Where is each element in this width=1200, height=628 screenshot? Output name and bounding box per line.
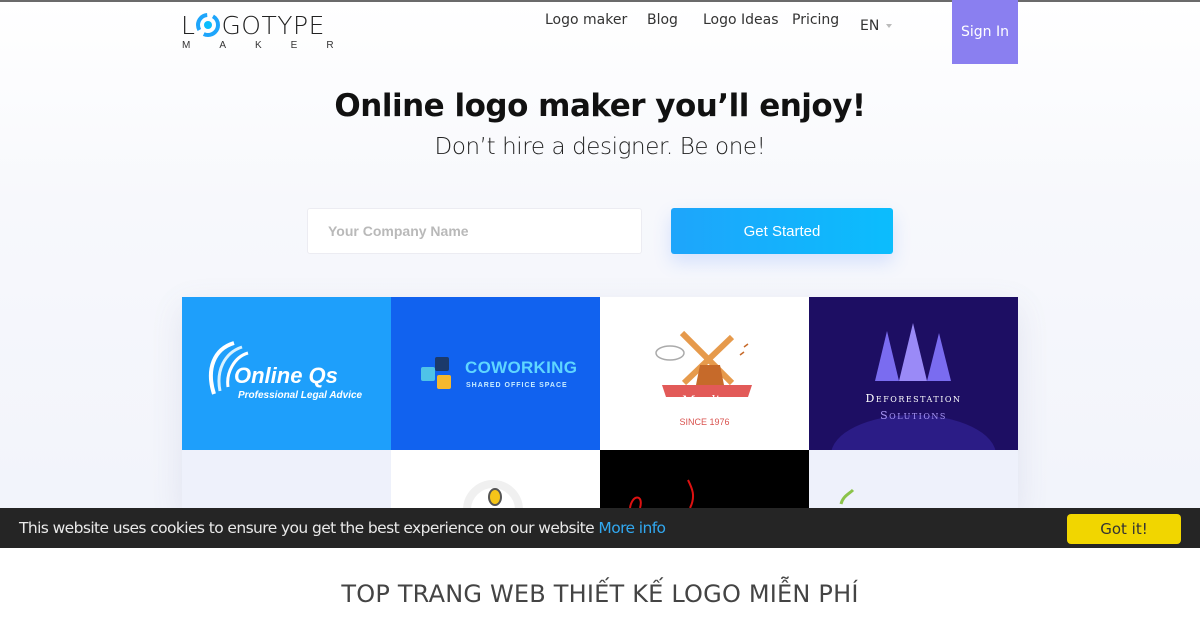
logo-letter: L [181, 10, 196, 40]
logo-card-coworking[interactable]: COWORKING SHARED OFFICE SPACE [391, 297, 600, 450]
logo-card-moulin[interactable]: Moulin SINCE 1976 [600, 297, 809, 450]
leaf-icon [839, 488, 855, 505]
section-title: TOP TRANG WEB THIẾT KẾ LOGO MIỄN PHÍ [341, 580, 859, 608]
site-logo[interactable]: L GOTYPE MAKER [181, 10, 351, 56]
logo-card[interactable] [391, 450, 600, 508]
stacked-cubes-icon [421, 357, 451, 389]
logo-card-deforestation[interactable]: Deforestation Solutions [809, 297, 1018, 450]
got-it-button[interactable]: Got it! [1067, 514, 1181, 544]
nav-logo-maker[interactable]: Logo maker [545, 12, 627, 28]
hero-subtitle: Don’t hire a designer. Be one! [434, 134, 766, 160]
chevron-down-icon [886, 24, 893, 28]
logo-title: Online Qs [234, 363, 338, 388]
nav-logo-ideas[interactable]: Logo Ideas [703, 12, 779, 28]
logo-subtitle: SINCE 1976 [679, 417, 730, 427]
swirl-icon [196, 13, 221, 37]
logo-subtitle: Solutions [880, 409, 947, 422]
logo-title: Deforestation [865, 392, 962, 405]
logo-subtitle: Professional Legal Advice [238, 390, 363, 401]
windmill-icon [655, 330, 752, 397]
language-label: EN [860, 18, 880, 34]
logo-title: Moulin [681, 394, 728, 409]
cookie-message-text: This website uses cookies to ensure you … [19, 519, 595, 537]
cookie-message: This website uses cookies to ensure you … [19, 519, 666, 537]
sign-in-button[interactable]: Sign In [952, 0, 1018, 64]
hero-title: Online logo maker you’ll enjoy! [334, 88, 866, 124]
logo-card[interactable] [182, 450, 391, 508]
logo-card[interactable] [600, 450, 809, 508]
logo-wordmark: L GOTYPE [181, 10, 351, 40]
logo-title: COWORKING [465, 358, 578, 377]
nav-pricing[interactable]: Pricing [792, 12, 839, 28]
company-name-input[interactable] [307, 208, 642, 254]
logo-subtitle: MAKER [182, 40, 363, 51]
more-info-link[interactable]: More info [598, 519, 666, 537]
trees-icon [875, 323, 951, 381]
nav-blog[interactable]: Blog [647, 12, 678, 28]
logo-subtitle: SHARED OFFICE SPACE [466, 382, 568, 389]
logo-card-online-qs[interactable]: Online Qs Professional Legal Advice [182, 297, 391, 450]
cookie-banner: This website uses cookies to ensure you … [0, 508, 1200, 548]
bee-icon [488, 488, 502, 506]
get-started-button[interactable]: Get Started [671, 208, 893, 254]
language-selector[interactable]: EN [860, 18, 893, 34]
logo-text: GOTYPE [221, 10, 325, 40]
logo-card[interactable] [809, 450, 1018, 508]
logo-gallery: Online Qs Professional Legal Advice COWO… [182, 297, 1018, 508]
flame-icon [629, 479, 695, 508]
